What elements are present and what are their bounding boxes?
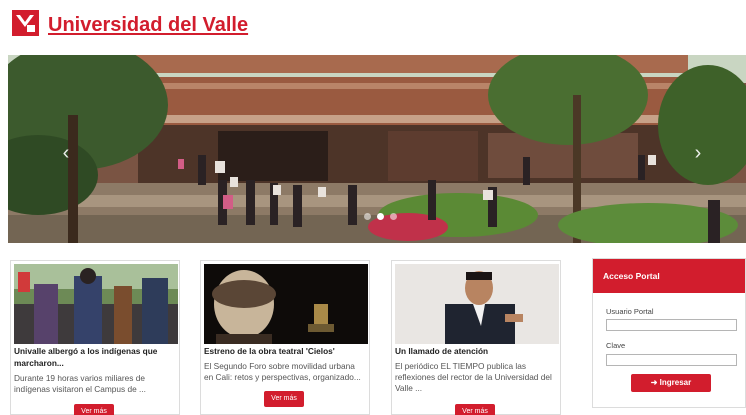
password-label: Clave [606, 341, 626, 350]
slider-dots [364, 213, 397, 220]
username-input[interactable] [606, 319, 737, 331]
univalle-logo-icon[interactable] [12, 10, 39, 36]
news-image-march[interactable] [14, 264, 178, 344]
news-title[interactable]: Univalle albergó a los indígenas que mar… [14, 345, 180, 369]
read-more-button[interactable]: Ver más [74, 404, 114, 415]
news-summary: Durante 19 horas varios miliares de indí… [14, 373, 146, 394]
news-card: Un llamado de atención El periódico EL T… [391, 260, 561, 415]
site-title-link[interactable]: Universidad del Valle [48, 14, 248, 37]
slider-dot-active[interactable] [377, 213, 384, 220]
username-label: Usuario Portal [606, 307, 654, 316]
news-image-theater[interactable] [204, 264, 368, 344]
hero-slider[interactable]: ‹ › [8, 55, 746, 243]
news-title[interactable]: Un llamado de atención [395, 345, 561, 357]
slider-next-arrow-icon[interactable]: › [688, 141, 708, 165]
login-button-label: Ingresar [659, 378, 692, 387]
slider-dot[interactable] [364, 213, 371, 220]
read-more-button[interactable]: Ver más [455, 404, 495, 415]
news-summary: El Segundo Foro sobre movilidad urbana e… [204, 361, 361, 382]
read-more-button[interactable]: Ver más [264, 391, 304, 407]
sign-in-icon: ➜ [650, 378, 658, 387]
news-title[interactable]: Estreno de la obra teatral 'Cielos' [204, 345, 370, 357]
slider-prev-arrow-icon[interactable]: ‹ [56, 141, 76, 165]
password-input[interactable] [606, 354, 737, 366]
site-header: Universidad del Valle [0, 0, 746, 52]
portal-login-panel: Acceso Portal Usuario Portal Clave ➜ Ing… [592, 258, 746, 408]
slider-dot[interactable] [390, 213, 397, 220]
login-button[interactable]: ➜ Ingresar [631, 374, 711, 392]
news-summary: El periódico EL TIEMPO publica las refle… [395, 361, 552, 393]
portal-title: Acceso Portal [593, 259, 745, 293]
news-card: Estreno de la obra teatral 'Cielos' El S… [200, 260, 370, 415]
news-image-rector[interactable] [395, 264, 559, 344]
news-card: Univalle albergó a los indígenas que mar… [10, 260, 180, 415]
